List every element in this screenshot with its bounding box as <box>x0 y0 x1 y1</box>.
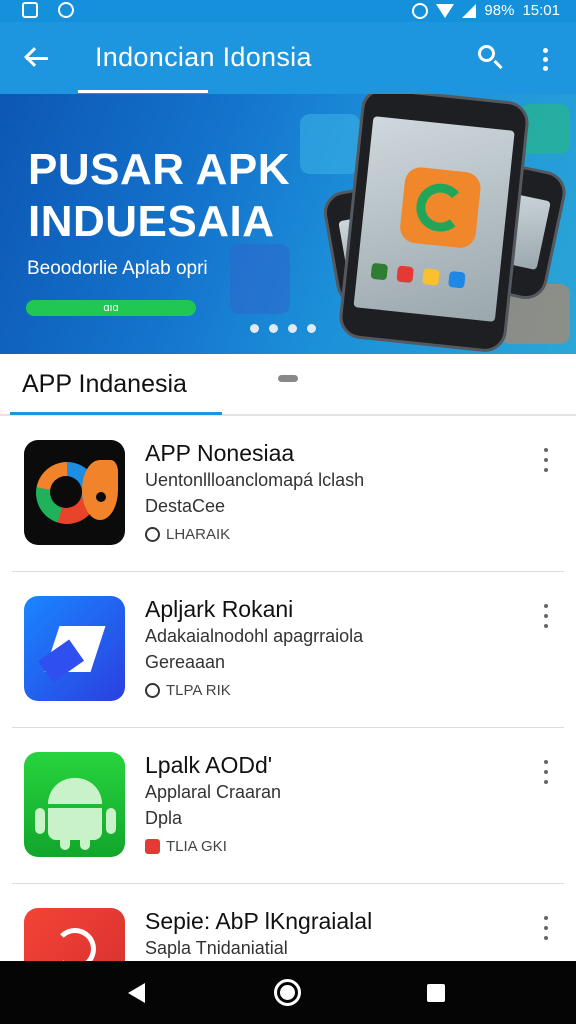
banner-title-line2: INDUESAIA <box>28 197 275 246</box>
app-logo-icon <box>398 165 483 250</box>
app-badge-label: TLIA GKI <box>166 838 227 855</box>
status-bar: 98% 15:01 <box>0 0 576 22</box>
carousel-dot[interactable] <box>269 324 278 333</box>
app-description: Sapla Tnidaniatial <box>145 938 288 958</box>
phone-illustration <box>337 94 531 354</box>
check-circle-icon <box>145 527 160 542</box>
carousel-dot[interactable] <box>307 324 316 333</box>
system-nav-bar <box>0 961 576 1024</box>
list-item[interactable]: Apljark Rokani Adakaialnodohl apagrraiol… <box>0 572 576 728</box>
app-shortcut-icon <box>448 270 466 289</box>
carousel-dot[interactable] <box>250 324 259 333</box>
list-item[interactable]: Lpalk AODd' Applaral Craaran Dpla TLIA G… <box>0 728 576 884</box>
list-item[interactable]: APP Nonesiaa Uentonllloanclomapá lclash … <box>0 416 576 572</box>
clock: 15:01 <box>522 2 560 19</box>
title-underline <box>78 90 208 93</box>
carousel-dot[interactable] <box>288 324 297 333</box>
decor-tile <box>300 114 360 174</box>
app-name: Sepie: AbP lKngraialal <box>145 908 373 934</box>
wifi-icon <box>436 3 455 18</box>
signal-icon <box>462 3 477 18</box>
app-badge: TLIA GKI <box>145 838 227 855</box>
tab-bar: APP Indanesia <box>0 354 576 416</box>
app-toolbar: Indoncian Idonsia <box>0 22 576 94</box>
app-description: Adakaialnodohl apagrraiola <box>145 626 364 646</box>
app-shortcut-icon <box>422 268 440 286</box>
red-logo-icon <box>24 908 125 961</box>
item-menu-button[interactable] <box>534 446 558 474</box>
banner-cta-button[interactable]: ɑıɑ <box>26 300 196 316</box>
check-circle-icon <box>145 683 160 698</box>
page-title: Indoncian Idonsia <box>95 42 312 72</box>
search-button[interactable] <box>474 42 506 74</box>
carousel-indicator <box>250 324 316 333</box>
app-name: APP Nonesiaa <box>145 440 295 466</box>
item-menu-button[interactable] <box>534 914 558 942</box>
banner-subtitle: Beoodorlie Aplab opri <box>27 258 208 279</box>
alarm-icon <box>412 2 429 19</box>
app-developer: Gereaaan <box>145 652 226 672</box>
nav-home-icon[interactable] <box>274 979 301 1006</box>
android-logo-icon <box>24 752 125 857</box>
banner-title: PUSAR APK INDUESAIA <box>28 144 290 248</box>
app-badge: TLPA RIK <box>145 682 231 699</box>
app-name: Apljark Rokani <box>145 596 294 622</box>
nav-back-icon[interactable] <box>128 983 145 1003</box>
list-item[interactable]: Sepie: AbP lKngraialal Sapla Tnidaniatia… <box>0 884 576 961</box>
notification-icon <box>22 2 38 18</box>
more-options-button[interactable] <box>534 44 558 76</box>
app-name: Lpalk AODd' <box>145 752 273 778</box>
sync-icon <box>58 2 74 18</box>
app-developer: Dpla <box>145 808 183 828</box>
banner-title-line1: PUSAR APK <box>28 145 291 194</box>
battery-text: 98% <box>484 2 515 19</box>
drag-handle[interactable] <box>278 375 298 382</box>
item-menu-button[interactable] <box>534 758 558 786</box>
app-badge-label: LHARAIK <box>166 526 231 543</box>
app-shortcut-icon <box>370 262 389 281</box>
app-shortcut-icon <box>396 265 414 284</box>
blue-arrow-logo-icon <box>24 596 125 701</box>
app-description: Applaral Craaran <box>145 782 282 802</box>
item-menu-button[interactable] <box>534 602 558 630</box>
tab-app-indonesia[interactable]: APP Indanesia <box>22 370 187 399</box>
app-badge: LHARAIK <box>145 526 230 543</box>
more-vert-icon <box>544 604 548 608</box>
more-vert-icon <box>543 48 548 53</box>
fish-logo-icon <box>24 440 125 545</box>
back-button[interactable] <box>20 40 56 76</box>
tab-indicator <box>10 412 222 415</box>
more-vert-icon <box>544 448 548 452</box>
more-vert-icon <box>544 760 548 764</box>
app-badge-label: TLPA RIK <box>166 682 231 699</box>
nav-recents-icon[interactable] <box>427 984 445 1002</box>
app-developer: DestaCee <box>145 496 226 516</box>
app-description: Uentonllloanclomapá lclash <box>145 470 365 490</box>
decor-tile <box>230 244 290 314</box>
more-vert-icon <box>544 916 548 920</box>
search-icon <box>478 45 495 62</box>
promo-banner[interactable]: PUSAR APK INDUESAIA Beoodorlie Aplab opr… <box>0 94 576 354</box>
shield-icon <box>145 839 160 854</box>
